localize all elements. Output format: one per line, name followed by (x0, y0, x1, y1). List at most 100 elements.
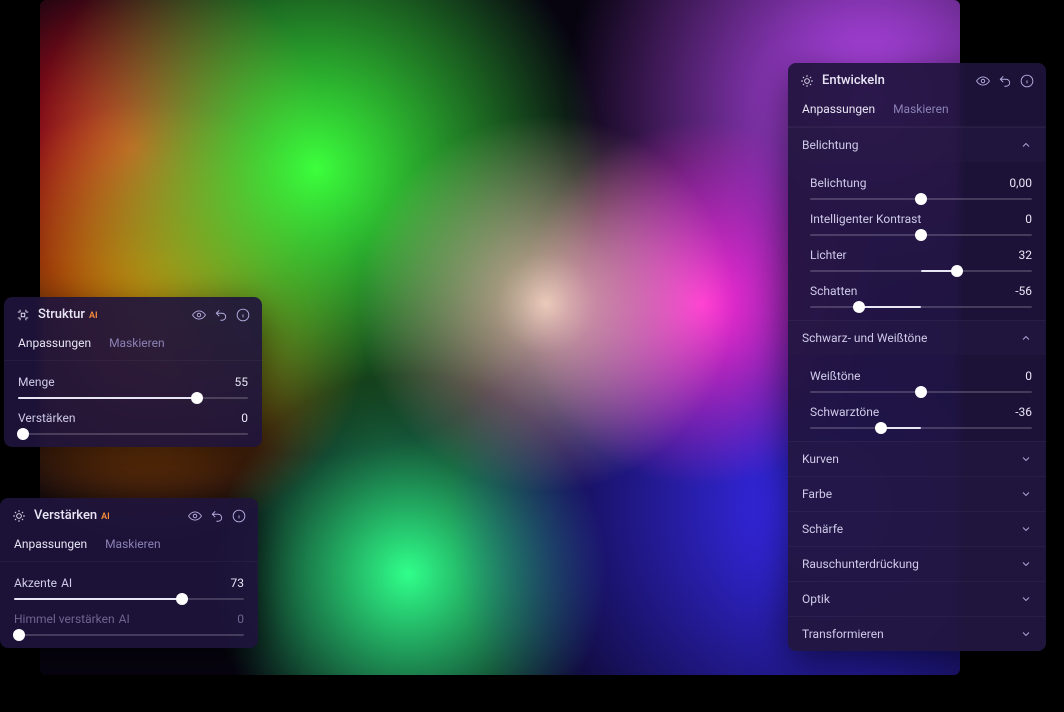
section-label: Rauschunterdrückung (802, 557, 919, 571)
section-rausch[interactable]: Rauschunterdrückung (788, 546, 1046, 581)
slider-value: 0 (241, 411, 248, 425)
enhance-icon (12, 509, 26, 523)
slider-thumb[interactable] (17, 428, 29, 440)
section-farbe[interactable]: Farbe (788, 476, 1046, 511)
slider-track[interactable] (810, 306, 1032, 308)
panel-title: Entwickeln (822, 73, 968, 88)
slider-akzente[interactable]: AkzenteAI73 (14, 564, 244, 600)
structure-icon (16, 308, 30, 322)
slider-track[interactable] (18, 397, 248, 399)
slider-track[interactable] (18, 433, 248, 435)
tab-adjustments[interactable]: Anpassungen (802, 102, 875, 116)
slider-track[interactable] (810, 427, 1032, 429)
slider-track[interactable] (810, 391, 1032, 393)
slider-value: 32 (1019, 248, 1033, 262)
section-label: Belichtung (802, 138, 858, 152)
slider-lichter[interactable]: Lichter 32 (802, 236, 1032, 272)
eye-icon[interactable] (192, 308, 206, 322)
slider-label: Intelligenter Kontrast (810, 212, 921, 226)
panel-body: AkzenteAI73 Himmel verstärkenAI0 (0, 562, 258, 648)
tab-masking[interactable]: Maskieren (893, 102, 949, 116)
slider-thumb[interactable] (875, 422, 887, 434)
section-label: Kurven (802, 452, 839, 466)
section-bw[interactable]: Schwarz- und Weißtöne (788, 320, 1046, 355)
tab-adjustments[interactable]: Anpassungen (14, 537, 87, 551)
slider-track[interactable] (810, 270, 1032, 272)
slider-track[interactable] (14, 634, 244, 636)
slider-thumb[interactable] (191, 392, 203, 404)
section-label: Optik (802, 592, 830, 606)
slider-label: Schatten (810, 284, 857, 298)
slider-schwarztoene[interactable]: Schwarztöne-36 (802, 393, 1032, 429)
slider-weisstoene[interactable]: Weißtöne0 (802, 357, 1032, 393)
eye-icon[interactable] (976, 74, 990, 88)
panel-struktur: StrukturAI Anpassungen Maskieren Menge55… (4, 297, 262, 447)
slider-thumb[interactable] (13, 629, 25, 641)
section-schaerfe[interactable]: Schärfe (788, 511, 1046, 546)
slider-thumb[interactable] (915, 193, 927, 205)
panel-header: VerstärkenAI (0, 498, 258, 531)
slider-label: Belichtung (810, 176, 866, 190)
section-label: Schwarz- und Weißtöne (802, 331, 927, 345)
slider-belichtung[interactable]: Belichtung0,00 (802, 164, 1032, 200)
slider-thumb[interactable] (915, 386, 927, 398)
section-label: Transformieren (802, 627, 884, 641)
section-label: Farbe (802, 487, 832, 501)
chevron-down-icon (1020, 593, 1032, 605)
chevron-up-icon (1020, 332, 1032, 344)
chevron-down-icon (1020, 558, 1032, 570)
section-label: Schärfe (802, 522, 843, 536)
slider-himmel[interactable]: Himmel verstärkenAI 0 (14, 600, 244, 636)
tabs: Anpassungen Maskieren (0, 531, 258, 562)
slider-thumb[interactable] (853, 301, 865, 313)
slider-verstaerken[interactable]: Verstärken0 (18, 399, 248, 435)
info-icon[interactable] (236, 308, 250, 322)
slider-label: Weißtöne (810, 369, 861, 383)
tab-masking[interactable]: Maskieren (109, 336, 165, 350)
info-icon[interactable] (1020, 74, 1034, 88)
chevron-down-icon (1020, 488, 1032, 500)
eye-icon[interactable] (188, 509, 202, 523)
ai-badge: AI (101, 512, 110, 522)
panel-verstaerken: VerstärkenAI Anpassungen Maskieren Akzen… (0, 498, 258, 648)
slider-label: Schwarztöne (810, 405, 879, 419)
slider-label: Himmel verstärkenAI (14, 612, 130, 626)
undo-icon[interactable] (998, 74, 1012, 88)
slider-thumb[interactable] (951, 265, 963, 277)
ai-badge: AI (61, 576, 72, 590)
slider-value: 0 (237, 612, 244, 626)
undo-icon[interactable] (214, 308, 228, 322)
panel-header: Entwickeln (788, 63, 1046, 96)
slider-menge[interactable]: Menge55 (18, 363, 248, 399)
slider-label: Lichter (810, 248, 847, 262)
slider-value: 73 (231, 576, 245, 590)
chevron-down-icon (1020, 628, 1032, 640)
slider-track[interactable] (810, 234, 1032, 236)
info-icon[interactable] (232, 509, 246, 523)
slider-value: 0 (1025, 212, 1032, 226)
tabs: Anpassungen Maskieren (788, 96, 1046, 127)
slider-track[interactable] (14, 598, 244, 600)
develop-icon (800, 74, 814, 88)
section-kurven[interactable]: Kurven (788, 441, 1046, 476)
panel-entwickeln: Entwickeln Anpassungen Maskieren Belicht… (788, 63, 1046, 651)
section-transform[interactable]: Transformieren (788, 616, 1046, 651)
slider-schatten[interactable]: Schatten-56 (802, 272, 1032, 308)
panel-title: StrukturAI (38, 307, 184, 322)
tab-masking[interactable]: Maskieren (105, 537, 161, 551)
panel-header: StrukturAI (4, 297, 262, 330)
ai-badge: AI (119, 612, 130, 626)
slider-value: 55 (235, 375, 249, 389)
slider-thumb[interactable] (176, 593, 188, 605)
slider-thumb[interactable] (915, 229, 927, 241)
section-belichtung[interactable]: Belichtung (788, 127, 1046, 162)
slider-track[interactable] (810, 198, 1032, 200)
section-optik[interactable]: Optik (788, 581, 1046, 616)
panel-body: Menge55 Verstärken0 (4, 361, 262, 447)
tab-adjustments[interactable]: Anpassungen (18, 336, 91, 350)
slider-kontrast[interactable]: Intelligenter Kontrast 0 (802, 200, 1032, 236)
chevron-down-icon (1020, 523, 1032, 535)
tabs: Anpassungen Maskieren (4, 330, 262, 361)
undo-icon[interactable] (210, 509, 224, 523)
panel-title: VerstärkenAI (34, 508, 180, 523)
